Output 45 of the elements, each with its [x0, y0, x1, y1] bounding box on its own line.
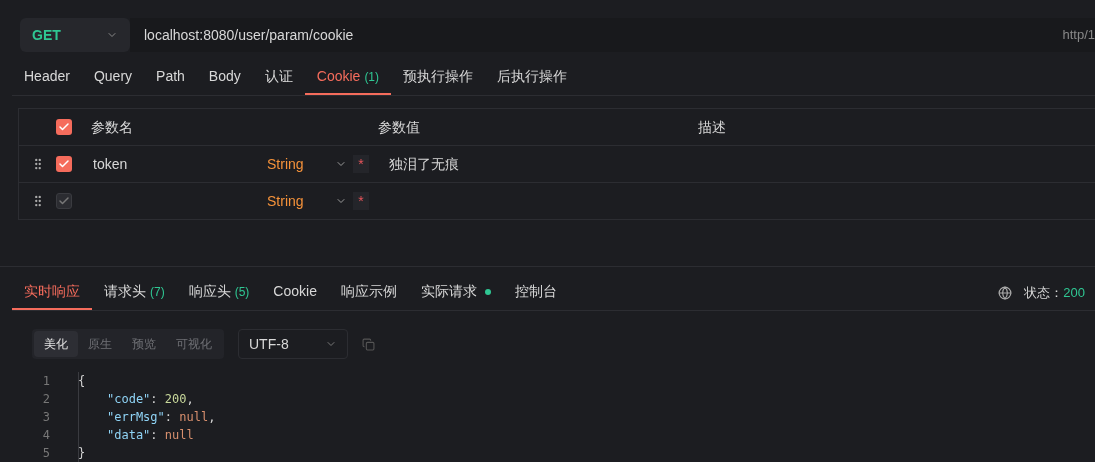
view-mode-tab[interactable]: 美化 — [34, 331, 78, 357]
line-number: 4 — [41, 427, 51, 444]
status-code: 200 — [1063, 283, 1085, 302]
line-number: 5 — [41, 445, 51, 462]
tab[interactable]: Cookie — [261, 275, 329, 310]
method-select[interactable]: GET — [20, 18, 130, 52]
checkbox[interactable] — [56, 119, 72, 135]
tab[interactable]: Header — [12, 60, 82, 95]
checkbox[interactable] — [56, 156, 72, 172]
check-icon — [58, 121, 70, 133]
tab[interactable]: Path — [144, 60, 197, 95]
tab[interactable]: 实际请求 — [408, 275, 503, 310]
tab[interactable]: 实时响应 — [12, 275, 92, 310]
tab[interactable]: 响应头 (5) — [176, 275, 262, 310]
tab[interactable]: 请求头 (7) — [92, 275, 177, 310]
tab[interactable]: Query — [81, 60, 145, 95]
status-label: 状态： — [1024, 283, 1064, 302]
tab[interactable]: 响应示例 — [328, 275, 409, 310]
code-line: } — [78, 445, 86, 462]
column-header: 描述 — [698, 117, 726, 137]
tab[interactable]: 后执行操作 — [485, 60, 580, 95]
tab[interactable]: Body — [196, 60, 253, 95]
line-number: 1 — [41, 373, 51, 390]
globe-icon — [998, 285, 1013, 300]
tab[interactable]: 认证 — [252, 60, 305, 95]
param-name[interactable]: token — [93, 153, 267, 175]
required-marker[interactable]: * — [353, 155, 369, 173]
column-header: 参数值 — [378, 117, 421, 137]
protocol-label: http/1 — [1062, 26, 1095, 45]
param-value[interactable]: 独泪了无痕 — [389, 153, 459, 175]
code-line: "data": null — [107, 427, 194, 444]
tab[interactable]: 控制台 — [502, 275, 569, 310]
line-number: 3 — [41, 409, 51, 426]
url-field[interactable]: localhost:8080/user/param/cookie http/1 — [130, 18, 1095, 52]
check-icon — [58, 195, 70, 207]
tab[interactable]: 预执行操作 — [391, 60, 486, 95]
code-line: "errMsg": null, — [107, 409, 216, 426]
encoding-select[interactable]: UTF-8 — [238, 329, 348, 359]
column-header: 参数名 — [91, 117, 134, 137]
line-number: 2 — [41, 391, 51, 408]
check-icon — [58, 158, 70, 170]
code-line: "code": 200, — [107, 391, 194, 408]
tab[interactable]: Cookie (1) — [304, 60, 392, 95]
code-line: { — [78, 373, 86, 390]
type-select[interactable]: String — [267, 153, 347, 175]
